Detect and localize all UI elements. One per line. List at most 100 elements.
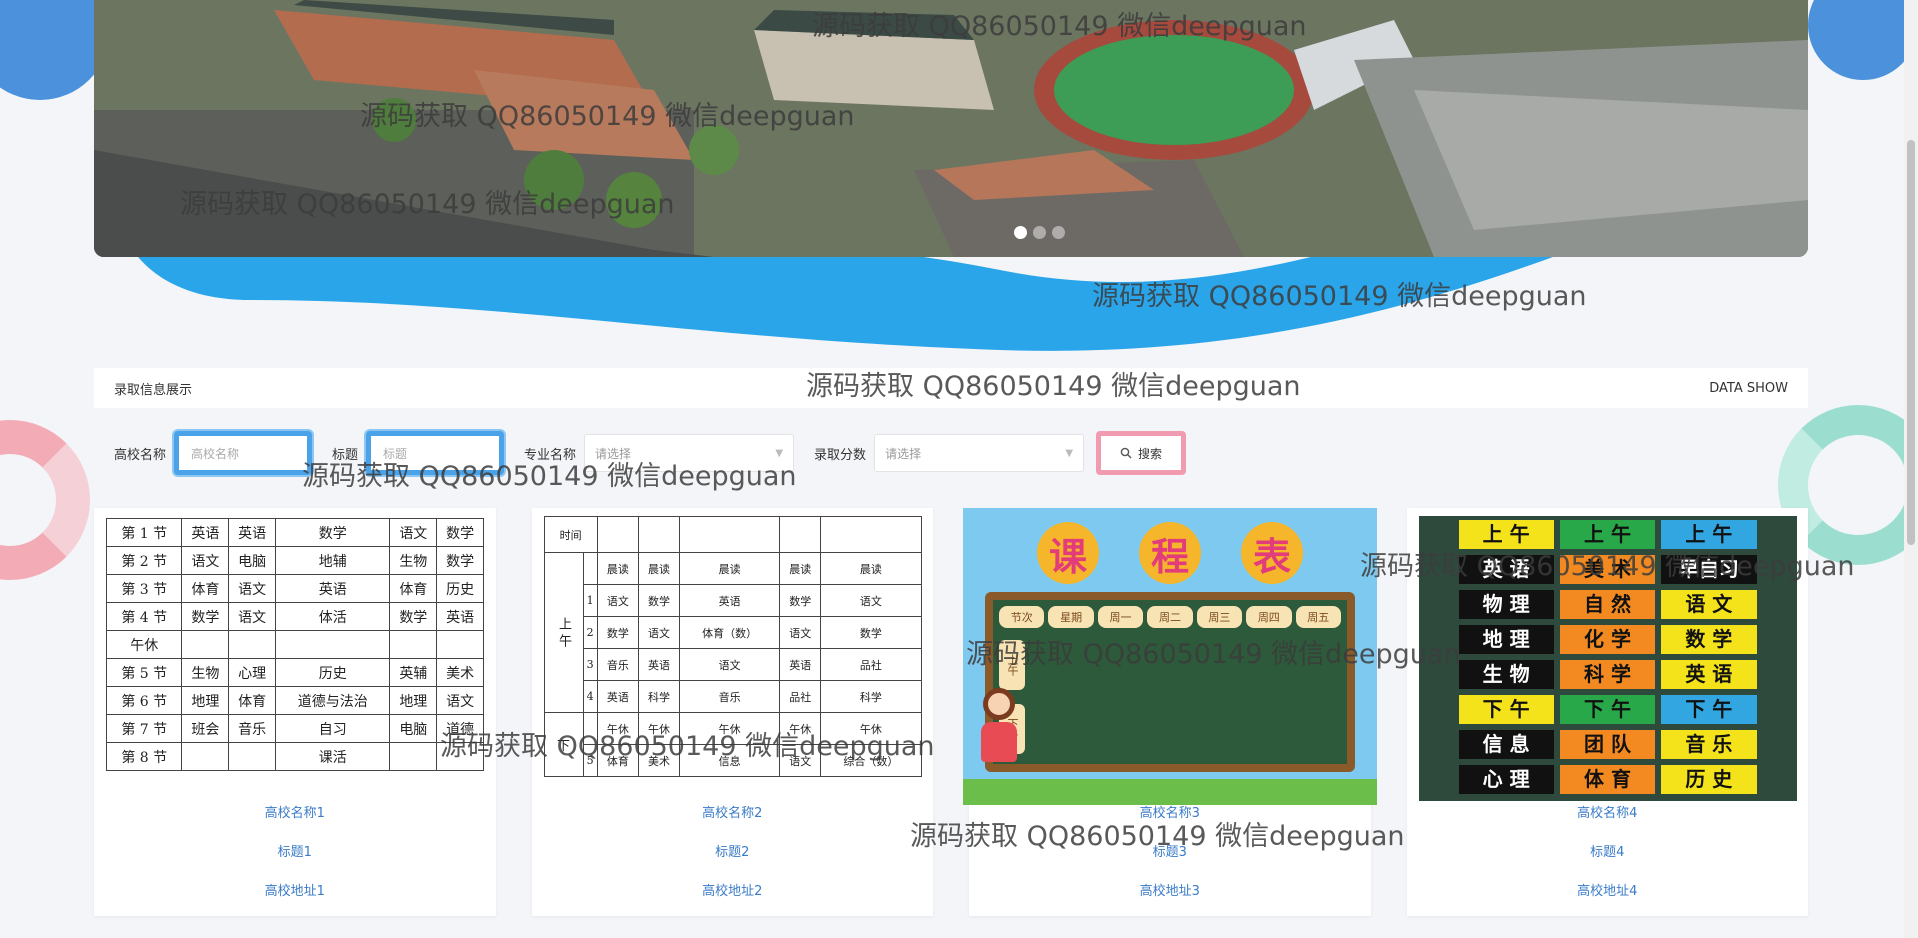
card-title[interactable]: 标题1 (94, 841, 496, 860)
timetable-cell: 道德与法治 (274, 686, 391, 715)
board-header-cell: 周三 (1196, 606, 1243, 628)
timetable-cell (820, 516, 922, 553)
timetable-header-cell: 时间 (543, 516, 598, 553)
card-address[interactable]: 高校地址1 (94, 880, 496, 899)
timetable-cell: 语文 (436, 686, 484, 715)
timetable-cell: 课活 (274, 742, 391, 771)
timetable-cell: 体育 (228, 686, 276, 715)
school-name-input[interactable]: 高校名称 (174, 431, 313, 475)
timetable-image-1: 第 1 节英语 英语 数学 语文 数学第 2 节语文 电脑 地辅 生物 数学第 3 节体育 语文英… (106, 516, 484, 801)
card-address[interactable]: 高校地址2 (532, 880, 934, 899)
timetable-row: 3 音乐 英语 语文 英语 品社 (544, 648, 922, 681)
board-header: 节次 星期 周一 周二 周三 周四 周五 (999, 606, 1341, 628)
board-header-cell: 周四 (1246, 606, 1292, 628)
grid-cell: 科 学 (1559, 660, 1656, 689)
watermark-text: 源码获取 QQ86050149 微信deepguan (360, 101, 855, 132)
admission-card[interactable]: 第 1 节英语 英语 数学 语文 数学第 2 节语文 电脑 地辅 生物 数学第 3 节体育 语文英… (94, 508, 496, 916)
board-title-char: 课 (1037, 522, 1099, 584)
timetable-row: 1 语文 数学 英语 数学 语文 (544, 584, 922, 617)
card-title[interactable]: 标题2 (532, 841, 934, 860)
timetable-cell: 数学 (820, 616, 922, 649)
timetable-cell (389, 630, 438, 659)
timetable-cell: 英语 (181, 518, 230, 547)
timetable-cell: 晨读 (779, 552, 822, 585)
cartoon-girl-illustration (977, 688, 1021, 768)
card-school-name[interactable]: 高校名称4 (1407, 802, 1809, 821)
watermark-text: 源码获取 QQ86050149 微信deepguan (910, 821, 1405, 852)
timetable-cell: 语文 (228, 602, 276, 631)
card-title[interactable]: 标题4 (1407, 841, 1809, 860)
timetable-cell: 1 (582, 584, 598, 617)
board-header-cell: 节次 (999, 606, 1045, 628)
search-button[interactable]: 搜索 (1096, 431, 1187, 475)
timetable-cell: 体育 (181, 574, 230, 603)
grid-cell: 生 物 (1458, 660, 1554, 689)
board-header-cell: 星期 (1048, 606, 1094, 628)
card-school-name[interactable]: 高校名称2 (532, 802, 934, 821)
timetable-row: 上 午晨读 晨读 晨读 晨读 晨读 (543, 552, 922, 713)
scrollbar-thumb[interactable] (1907, 140, 1915, 545)
timetable-cell: 晨读 (679, 552, 781, 585)
card-address[interactable]: 高校地址4 (1407, 880, 1809, 899)
board-header-cell: 周一 (1097, 606, 1144, 628)
card-address[interactable]: 高校地址3 (969, 880, 1371, 899)
watermark-text: 源码获取 QQ86050149 微信deepguan (302, 461, 797, 492)
timetable-cell: 第 8 节 (106, 742, 183, 771)
timetable-row: 第 5 节生物 心理 历史 英辅 美术 (106, 658, 484, 687)
pink-ring-decoration (0, 420, 90, 580)
timetable-cell: 英语 (274, 574, 391, 603)
card-school-name[interactable]: 高校名称1 (94, 802, 496, 821)
board-title-char: 表 (1241, 522, 1303, 584)
chevron-down-icon: ▼ (1065, 447, 1074, 459)
grid-cell: 下 午 (1458, 695, 1554, 724)
grid-cell: 音 乐 (1661, 730, 1757, 759)
timetable-cell: 地理 (389, 686, 438, 715)
timetable-cell: 历史 (274, 658, 391, 687)
page-scrollbar[interactable] (1904, 0, 1918, 938)
timetable-cell: 语文 (596, 584, 639, 617)
score-select[interactable]: 请选择 ▼ (874, 434, 1085, 472)
board-header-cell: 周五 (1295, 606, 1341, 628)
timetable-cell: 体育（数） (679, 616, 781, 649)
grid-cell: 下 午 (1661, 695, 1757, 724)
watermark-text: 源码获取 QQ86050149 微信deepguan (812, 11, 1307, 42)
timetable-cell: 心理 (228, 658, 276, 687)
timetable-cell: 英语 (637, 648, 681, 681)
score-label: 录取分数 (814, 447, 867, 463)
timetable-cell: 晨读 (596, 552, 639, 585)
timetable-cell: 语文 (181, 546, 230, 575)
timetable-cell: 英辅 (389, 658, 438, 687)
grid-cell: 物 理 (1458, 590, 1554, 619)
timetable-cell (596, 516, 639, 553)
carousel-dot-3[interactable] (1052, 226, 1065, 239)
timetable-cell: 午休 (106, 630, 183, 659)
timetable-cell (436, 630, 484, 659)
timetable-cell: 数学 (637, 584, 681, 617)
timetable-cell: 第 2 节 (106, 546, 183, 575)
carousel-dot-2[interactable] (1033, 226, 1046, 239)
admission-card[interactable]: 时间上 午晨读 晨读 晨读 晨读 晨读 1 语文 数学 英语 数学 语文 2 数学 语文 体育（数） 语文 数学… (531, 508, 934, 916)
timetable-cell (637, 516, 681, 553)
timetable-cell: 数学 (274, 518, 391, 547)
timetable-cell: 语文 (389, 518, 438, 547)
timetable-cell: 体育 (389, 574, 438, 603)
timetable-cell: 生物 (181, 658, 230, 687)
grid-cell: 历 史 (1661, 765, 1757, 794)
carousel-dot-1[interactable] (1014, 226, 1027, 239)
timetable-row: 时间 (543, 516, 922, 553)
timetable-cell: 语文 (228, 574, 276, 603)
grid-cell: 英 语 (1661, 660, 1757, 689)
timetable-cell: 科学 (820, 680, 922, 713)
timetable-cell (779, 516, 822, 553)
timetable-row: 第 1 节英语 英语 数学 语文 数学 (106, 518, 484, 547)
timetable-cell: 体活 (274, 602, 391, 631)
timetable-cell (228, 742, 276, 771)
grid-cell: 语 文 (1661, 590, 1757, 619)
timetable-cell: 科学 (637, 680, 681, 713)
admission-card[interactable]: 课 程 表 节次星期周一周二周三周四周五 上午 下午 高校名称3 标题3 高校地… (963, 508, 1377, 916)
timetable-cell: 电脑 (228, 546, 276, 575)
timetable-cell: 语文 (820, 584, 922, 617)
timetable-cell (228, 630, 276, 659)
timetable-cell: 数学 (181, 602, 230, 631)
timetable-row: 第 8 节 课活 (106, 742, 484, 771)
